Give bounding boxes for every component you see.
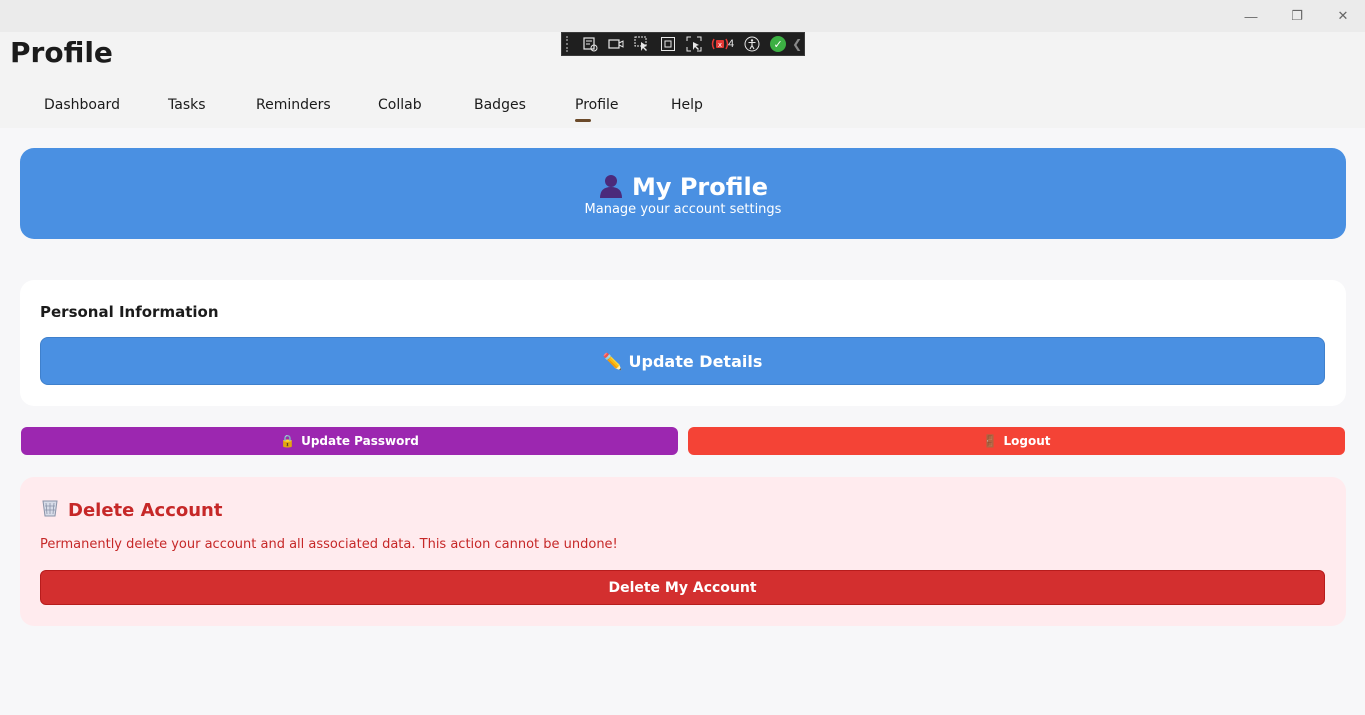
toolbar-grip[interactable] [566, 36, 572, 52]
update-details-button[interactable]: ✏️ Update Details [40, 337, 1325, 385]
delete-account-warning: Permanently delete your account and all … [40, 537, 618, 552]
personal-info-heading: Personal Information [40, 303, 219, 321]
select-element-icon[interactable] [630, 33, 654, 55]
tab-collab[interactable]: Collab [378, 97, 422, 113]
track-focus-icon[interactable] [682, 33, 706, 55]
wastebasket-icon [40, 498, 60, 523]
pencil-icon: ✏️ [602, 351, 623, 371]
tab-reminders[interactable]: Reminders [256, 97, 331, 113]
update-password-button[interactable]: 🔒 Update Password [21, 427, 678, 455]
personal-info-card: Personal Information ✏️ Update Details [20, 280, 1346, 406]
delete-my-account-button[interactable]: Delete My Account [40, 570, 1325, 605]
selected-tab-indicator [575, 119, 591, 122]
accessibility-icon[interactable] [740, 33, 764, 55]
display-layout-adorners-icon[interactable] [656, 33, 680, 55]
update-details-label: Update Details [628, 351, 763, 371]
collapse-chevron-icon[interactable]: ❮ [792, 37, 802, 51]
maximize-button[interactable]: ❐ [1274, 0, 1320, 32]
logout-button[interactable]: 🚪 Logout [688, 427, 1345, 455]
lock-icon: 🔒 [280, 434, 296, 448]
person-silhouette-icon [598, 172, 624, 204]
hero-title: My Profile [20, 172, 1346, 204]
tab-tasks[interactable]: Tasks [168, 97, 206, 113]
tab-profile[interactable]: Profile [575, 97, 619, 113]
hero-title-text: My Profile [631, 173, 769, 201]
profile-hero-banner: My Profile Manage your account settings [20, 148, 1346, 239]
window-titlebar: — ❐ ✕ [0, 0, 1365, 32]
close-button[interactable]: ✕ [1320, 0, 1365, 32]
page-title: Profile [10, 36, 113, 69]
binding-failures-count: 4 [728, 38, 735, 50]
record-icon[interactable] [604, 33, 628, 55]
update-password-label: Update Password [301, 434, 419, 448]
hero-subtitle: Manage your account settings [584, 202, 782, 217]
status-ok-icon[interactable]: ✓ [770, 36, 787, 52]
door-icon: 🚪 [982, 434, 998, 448]
delete-account-heading: Delete Account [40, 498, 222, 523]
logout-label: Logout [1003, 434, 1051, 448]
tab-badges[interactable]: Badges [474, 97, 526, 113]
delete-account-title: Delete Account [68, 500, 223, 521]
delete-account-card: Delete Account Permanently delete your a… [20, 477, 1346, 626]
tab-help[interactable]: Help [671, 97, 703, 113]
svg-text:x: x [718, 41, 722, 49]
tab-dashboard[interactable]: Dashboard [44, 97, 120, 113]
minimize-button[interactable]: — [1228, 0, 1274, 32]
xaml-debug-toolbar: x 4 ✓ ❮ [561, 32, 805, 56]
live-visual-tree-icon[interactable] [578, 33, 602, 55]
